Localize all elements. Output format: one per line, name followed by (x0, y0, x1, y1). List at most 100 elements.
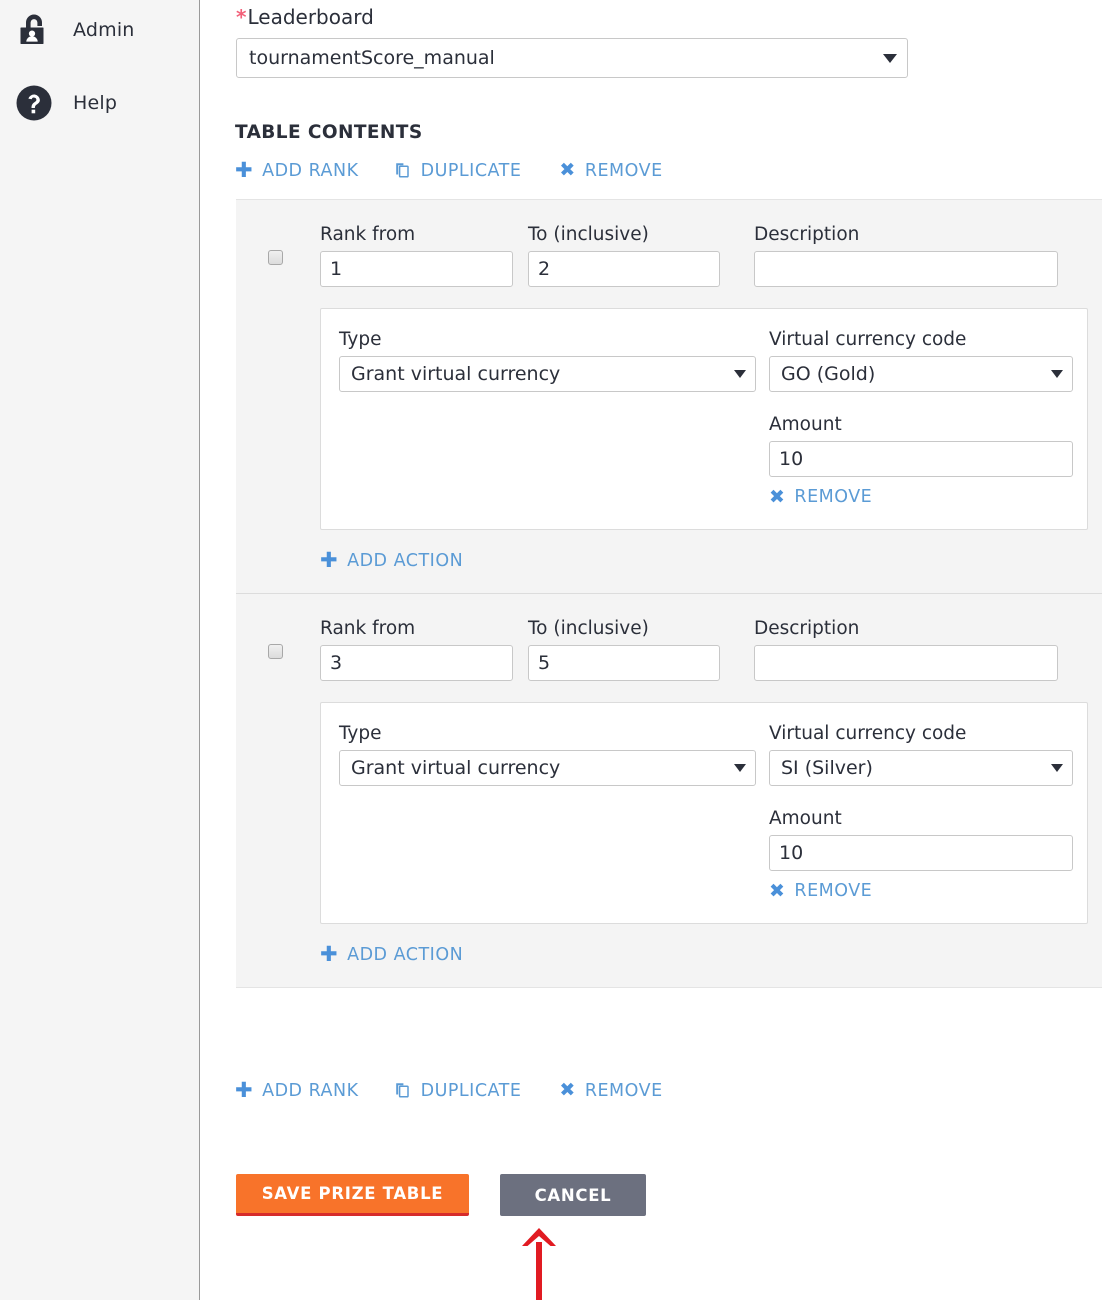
rank-from-field: Rank from 3 (320, 618, 513, 681)
rank-select-checkbox-wrapper (268, 250, 286, 268)
duplicate-button-top[interactable]: DUPLICATE (395, 161, 522, 181)
remove-action-label: REMOVE (794, 487, 872, 507)
description-field: Description (754, 618, 1058, 681)
add-action-row: ✚ ADD ACTION (236, 530, 1102, 593)
close-icon: ✖ (769, 882, 785, 901)
close-icon: ✖ (559, 1081, 575, 1100)
sidebar-item-admin-label: Admin (73, 19, 135, 41)
description-field: Description (754, 224, 1058, 287)
amount-field: Amount 10 (769, 414, 1073, 477)
required-marker: * (236, 5, 246, 29)
action-currency-column: Virtual currency code GO (Gold) Amount 1… (769, 329, 1073, 507)
virtual-currency-code-value: SI (Silver) (781, 757, 1051, 779)
virtual-currency-code-select[interactable]: SI (Silver) (769, 750, 1073, 786)
leaderboard-select[interactable]: tournamentScore_manual (236, 38, 908, 78)
add-rank-button-top[interactable]: ✚ ADD RANK (235, 160, 359, 181)
to-inclusive-label: To (inclusive) (528, 224, 720, 245)
lock-user-icon (10, 6, 58, 54)
rank-from-field: Rank from 1 (320, 224, 513, 287)
rank-header-fields: Rank from 1 To (inclusive) 2 Description (236, 200, 1102, 287)
remove-label-top: REMOVE (585, 161, 663, 181)
remove-action-button[interactable]: ✖ REMOVE (769, 487, 1073, 507)
rank-row: Rank from 1 To (inclusive) 2 Description (236, 200, 1102, 593)
action-type-column: Type Grant virtual currency (339, 329, 769, 507)
description-input[interactable] (754, 645, 1058, 681)
remove-button-top[interactable]: ✖ REMOVE (559, 161, 662, 181)
remove-action-button[interactable]: ✖ REMOVE (769, 881, 1073, 901)
action-type-value: Grant virtual currency (351, 363, 734, 385)
add-action-label: ADD ACTION (347, 551, 463, 571)
leaderboard-label-text: Leaderboard (247, 5, 373, 29)
amount-input[interactable]: 10 (769, 441, 1073, 477)
close-icon: ✖ (769, 488, 785, 507)
close-icon: ✖ (559, 161, 575, 180)
table-toolbar-bottom: ✚ ADD RANK DUPLICATE ✖ REMOVE (235, 1080, 663, 1101)
table-contents-heading: TABLE CONTENTS (235, 122, 423, 143)
description-label: Description (754, 224, 1058, 245)
rank-header-fields: Rank from 3 To (inclusive) 5 Description (236, 594, 1102, 681)
rank-from-label: Rank from (320, 618, 513, 639)
remove-label-bottom: REMOVE (585, 1081, 663, 1101)
description-input[interactable] (754, 251, 1058, 287)
annotation-arrow-icon (519, 1228, 559, 1300)
amount-input[interactable]: 10 (769, 835, 1073, 871)
cancel-button[interactable]: CANCEL (500, 1174, 646, 1216)
chevron-down-icon (1051, 764, 1063, 772)
action-type-label: Type (339, 723, 769, 744)
table-contents-panel: Rank from 1 To (inclusive) 2 Description (236, 199, 1102, 988)
rank-row: Rank from 3 To (inclusive) 5 Description (236, 593, 1102, 987)
duplicate-icon (395, 1082, 412, 1099)
to-inclusive-field: To (inclusive) 2 (528, 224, 720, 287)
description-label: Description (754, 618, 1058, 639)
action-type-value: Grant virtual currency (351, 757, 734, 779)
main-content: *Leaderboard tournamentScore_manual TABL… (201, 0, 1110, 1300)
rank-from-label: Rank from (320, 224, 513, 245)
plus-icon: ✚ (235, 1080, 253, 1101)
duplicate-label-top: DUPLICATE (421, 161, 522, 181)
rank-select-checkbox-wrapper (268, 644, 286, 662)
rank-select-checkbox[interactable] (268, 250, 283, 265)
add-action-row: ✚ ADD ACTION (236, 924, 1102, 987)
to-inclusive-label: To (inclusive) (528, 618, 720, 639)
sidebar: Admin Help (0, 0, 200, 1300)
duplicate-label-bottom: DUPLICATE (421, 1081, 522, 1101)
rank-action-box: Type Grant virtual currency Virtual curr… (320, 308, 1088, 530)
chevron-down-icon (1051, 370, 1063, 378)
leaderboard-select-value: tournamentScore_manual (249, 47, 883, 69)
to-inclusive-input[interactable]: 2 (528, 251, 720, 287)
virtual-currency-code-select[interactable]: GO (Gold) (769, 356, 1073, 392)
remove-action-label: REMOVE (794, 881, 872, 901)
plus-icon: ✚ (235, 160, 253, 181)
add-action-button[interactable]: ✚ ADD ACTION (320, 550, 1102, 571)
chevron-down-icon (883, 54, 897, 63)
add-action-button[interactable]: ✚ ADD ACTION (320, 944, 1102, 965)
duplicate-button-bottom[interactable]: DUPLICATE (395, 1081, 522, 1101)
amount-label: Amount (769, 414, 1073, 435)
plus-icon: ✚ (320, 550, 338, 571)
add-rank-label-bottom: ADD RANK (262, 1081, 358, 1101)
rank-from-input[interactable]: 1 (320, 251, 513, 287)
save-prize-table-button[interactable]: SAVE PRIZE TABLE (236, 1174, 469, 1216)
remove-button-bottom[interactable]: ✖ REMOVE (559, 1081, 662, 1101)
sidebar-item-help[interactable]: Help (0, 79, 199, 127)
action-fields-row: Type Grant virtual currency Virtual curr… (321, 329, 1087, 507)
action-type-select[interactable]: Grant virtual currency (339, 356, 756, 392)
virtual-currency-code-label: Virtual currency code (769, 329, 1073, 350)
action-type-label: Type (339, 329, 769, 350)
rank-select-checkbox[interactable] (268, 644, 283, 659)
add-rank-button-bottom[interactable]: ✚ ADD RANK (235, 1080, 359, 1101)
question-circle-icon (10, 79, 58, 127)
add-rank-label-top: ADD RANK (262, 161, 358, 181)
virtual-currency-code-value: GO (Gold) (781, 363, 1051, 385)
action-type-select[interactable]: Grant virtual currency (339, 750, 756, 786)
rank-from-input[interactable]: 3 (320, 645, 513, 681)
action-type-column: Type Grant virtual currency (339, 723, 769, 901)
rank-action-box: Type Grant virtual currency Virtual curr… (320, 702, 1088, 924)
amount-field: Amount 10 (769, 808, 1073, 871)
chevron-down-icon (734, 370, 746, 378)
sidebar-item-help-label: Help (73, 92, 117, 114)
duplicate-icon (395, 162, 412, 179)
leaderboard-field-label: *Leaderboard (236, 5, 374, 29)
sidebar-item-admin[interactable]: Admin (0, 6, 199, 54)
to-inclusive-input[interactable]: 5 (528, 645, 720, 681)
